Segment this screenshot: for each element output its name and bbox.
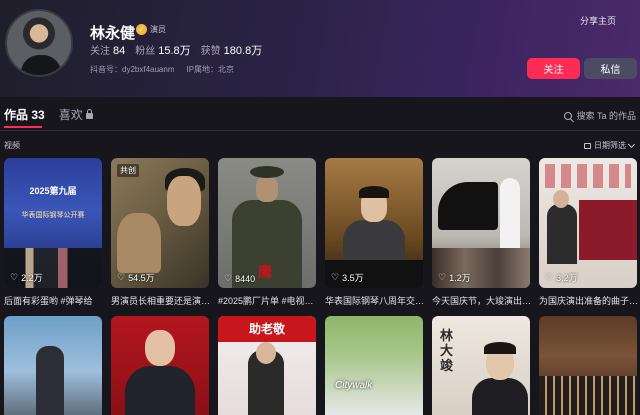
video-card[interactable]: 助老敬 (218, 316, 316, 415)
heart-icon: ♡ (224, 273, 233, 283)
tab-likes[interactable]: 喜欢 (59, 106, 93, 123)
video-caption[interactable]: 为国庆演出准备的曲子… (539, 294, 639, 307)
search-icon (564, 111, 573, 120)
video-caption[interactable]: 后面有彩蛋哟 #弹琴给 (4, 294, 104, 307)
video-card[interactable] (111, 316, 209, 415)
section-label: 视频 (4, 141, 20, 150)
video-card[interactable]: ♡ 3.2万 (539, 158, 637, 288)
message-button[interactable]: 私信 (584, 58, 637, 79)
verified-badge: ✓ 演员 (136, 24, 166, 35)
heart-icon: ♡ (331, 272, 340, 282)
calendar-icon (584, 142, 591, 149)
profile-meta: 抖音号：dy2bxf4auanm IP属地：北京 (90, 64, 234, 75)
profile-name: 林永健 (90, 25, 136, 42)
cocreate-tag: 共创 (117, 164, 139, 177)
douyin-id: 抖音号：dy2bxf4auanm (90, 65, 175, 74)
search-works[interactable]: 搜索 Ta 的作品 (564, 109, 636, 122)
fans-stat[interactable]: 粉丝 15.8万 (135, 42, 190, 58)
verified-icon: ✓ (136, 24, 147, 35)
video-card[interactable]: 2025第九届 华表国际钢琴公开赛 ♡ 2.2万 (4, 158, 102, 288)
video-card[interactable] (539, 316, 637, 415)
video-card[interactable]: 林大竣 (432, 316, 530, 415)
tab-works[interactable]: 作品 33 (4, 106, 45, 123)
divider (0, 130, 640, 131)
avatar[interactable] (5, 9, 73, 77)
video-card[interactable]: 共创 ♡ 54.5万 (111, 158, 209, 288)
video-card[interactable] (4, 316, 102, 415)
heart-icon: ♡ (438, 272, 447, 282)
following-stat[interactable]: 关注 84 (90, 42, 125, 57)
content-tabs: 作品 33 喜欢 (4, 106, 93, 123)
like-count: ♡ 8440 (224, 273, 256, 284)
active-tab-indicator (4, 126, 42, 128)
video-caption[interactable]: #2025鹏厂片单 #电视… (218, 294, 318, 307)
video-card[interactable]: Citywalk (325, 316, 423, 415)
like-count: ♡ 1.2万 (438, 272, 471, 283)
lock-icon (85, 109, 93, 119)
video-card[interactable]: 鹰 ♡ 8440 (218, 158, 316, 288)
video-card[interactable]: ♡ 1.2万 (432, 158, 530, 288)
heart-icon: ♡ (117, 272, 126, 282)
ip-location: IP属地：北京 (186, 65, 235, 74)
profile-header: 林永健 ✓ 演员 关注 84 粉丝 15.8万 获赞 180.8万 抖音号：dy2bx… (0, 0, 640, 97)
heart-icon: ♡ (10, 272, 19, 282)
like-count: ♡ 3.5万 (331, 272, 364, 283)
badge-label: 演员 (150, 25, 166, 34)
follow-button[interactable]: 关注 (527, 58, 580, 79)
share-profile-link[interactable]: 分享主页 (580, 14, 616, 27)
like-count: ♡ 3.2万 (545, 272, 578, 283)
likes-stat: 获赞 180.8万 (200, 45, 263, 57)
profile-stats: 关注 84 粉丝 15.8万 获赞 180.8万 (90, 42, 262, 58)
video-card[interactable]: ♡ 3.5万 (325, 158, 423, 288)
video-caption[interactable]: 男演员长相重要还是演… (111, 294, 211, 307)
video-caption[interactable]: 华表国际钢琴八周年交… (325, 294, 425, 307)
like-count: ♡ 2.2万 (10, 272, 43, 283)
like-count: ♡ 54.5万 (117, 272, 155, 283)
chevron-down-icon (627, 140, 636, 148)
heart-icon: ♡ (545, 272, 554, 282)
date-filter[interactable]: 日期筛选 (584, 140, 636, 151)
search-placeholder: 搜索 Ta 的作品 (576, 111, 636, 121)
video-caption[interactable]: 今天国庆节，大竣演出… (432, 294, 532, 307)
